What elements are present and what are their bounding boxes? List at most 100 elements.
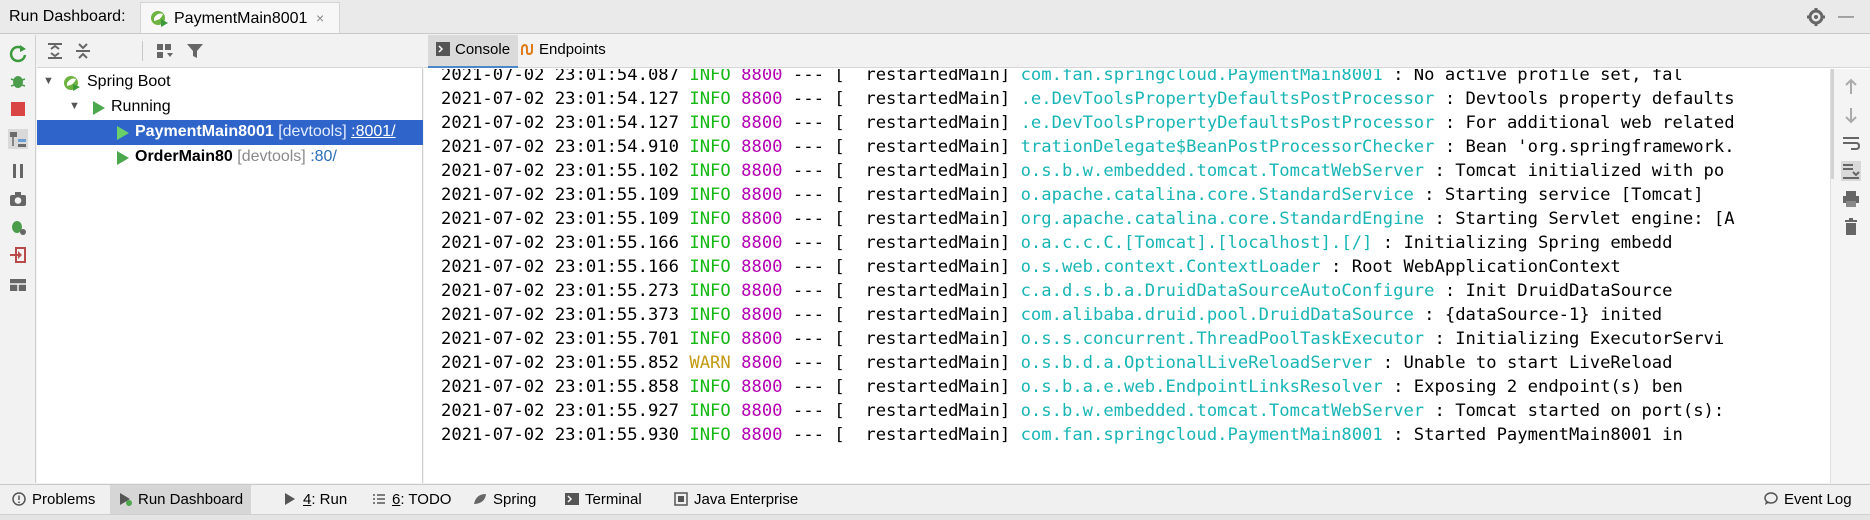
- log-thread: [ restartedMain]: [834, 353, 1011, 373]
- scroll-to-end-icon[interactable]: [1841, 161, 1861, 181]
- log-message: : Started PaymentMain8001 in: [1393, 425, 1683, 445]
- log-line: 2021-07-02 23:01:55.927 INFO 8800 --- [ …: [441, 399, 1724, 423]
- log-thread: [ restartedMain]: [834, 69, 1011, 85]
- stop-icon[interactable]: [8, 99, 28, 119]
- tree-node-payment-main[interactable]: PaymentMain8001 [devtools] :8001/: [37, 120, 423, 145]
- tool-label: Java Enterprise: [694, 491, 799, 508]
- pause-icon[interactable]: [8, 161, 28, 181]
- login-icon[interactable]: [8, 245, 28, 265]
- log-pid: 8800: [741, 257, 783, 277]
- log-line: 2021-07-02 23:01:55.273 INFO 8800 --- [ …: [441, 279, 1673, 303]
- log-separator: ---: [792, 401, 824, 421]
- log-level: INFO: [689, 161, 731, 181]
- port-link[interactable]: :8001/: [351, 123, 395, 140]
- console-output[interactable]: 2021-07-02 23:01:54.087 INFO 8800 --- [ …: [424, 69, 1830, 483]
- log-pid: 8800: [741, 401, 783, 421]
- log-thread: [ restartedMain]: [834, 329, 1011, 349]
- log-line: 2021-07-02 23:01:55.858 INFO 8800 --- [ …: [441, 375, 1683, 399]
- tab-console[interactable]: Console: [428, 35, 519, 68]
- soft-wrap-icon[interactable]: [1841, 133, 1861, 153]
- event-log-icon: [1764, 492, 1778, 505]
- tool-todo[interactable]: 6: TODO: [364, 485, 459, 515]
- toolbar-separator: [142, 41, 143, 61]
- expand-all-icon[interactable]: [45, 41, 65, 61]
- log-separator: ---: [792, 257, 824, 277]
- log-level: INFO: [689, 185, 731, 205]
- console-icon: [436, 42, 450, 56]
- rerun-icon[interactable]: [8, 43, 28, 63]
- tool-event-log[interactable]: Event Log: [1756, 485, 1860, 515]
- layout-icon[interactable]: [8, 275, 28, 295]
- group-services-icon[interactable]: [155, 41, 175, 61]
- trash-icon[interactable]: [1841, 217, 1861, 237]
- port-link[interactable]: :80/: [310, 148, 337, 165]
- print-icon[interactable]: [1841, 189, 1861, 209]
- log-thread: [ restartedMain]: [834, 209, 1011, 229]
- tree-node-label: PaymentMain8001 [devtools] :8001/: [135, 123, 396, 141]
- tab-close-icon[interactable]: ×: [316, 10, 324, 26]
- running-icon: [117, 126, 129, 140]
- log-separator: ---: [792, 377, 824, 397]
- log-line: 2021-07-02 23:01:55.373 INFO 8800 --- [ …: [441, 303, 1662, 327]
- log-logger: o.s.s.concurrent.ThreadPoolTaskExecutor: [1020, 329, 1425, 349]
- tool-window-title: Run Dashboard:: [9, 8, 126, 25]
- group-by-type-icon[interactable]: [8, 129, 28, 149]
- log-line: 2021-07-02 23:01:54.127 INFO 8800 --- [ …: [441, 111, 1735, 135]
- collapse-all-icon[interactable]: [73, 41, 93, 61]
- hide-panel-icon[interactable]: —: [1838, 8, 1854, 26]
- tool-terminal[interactable]: Terminal: [557, 485, 650, 515]
- tool-run[interactable]: 4: Run: [275, 485, 355, 515]
- log-logger: o.s.b.d.a.OptionalLiveReloadServer: [1020, 353, 1373, 373]
- tool-problems[interactable]: Problems: [4, 485, 103, 515]
- log-level: INFO: [689, 69, 731, 85]
- log-message: : Devtools property defaults: [1444, 89, 1735, 109]
- log-logger: com.fan.springcloud.PaymentMain8001: [1020, 425, 1383, 445]
- tool-spring[interactable]: Spring: [465, 485, 544, 515]
- log-pid: 8800: [741, 89, 783, 109]
- log-message: : Init DruidDataSource: [1444, 281, 1673, 301]
- tab-payment-main[interactable]: PaymentMain8001 ×: [140, 2, 340, 33]
- chevron-down-icon[interactable]: ▼: [43, 75, 54, 87]
- tree-node-order-main[interactable]: OrderMain80 [devtools] :80/: [37, 145, 423, 170]
- log-thread: [ restartedMain]: [834, 257, 1011, 277]
- tab-endpoints[interactable]: Endpoints: [512, 35, 614, 68]
- log-pid: 8800: [741, 137, 783, 157]
- log-logger: o.s.b.a.e.web.EndpointLinksResolver: [1020, 377, 1383, 397]
- filter-icon[interactable]: [185, 41, 205, 61]
- vertical-scrollbar[interactable]: [1831, 69, 1834, 179]
- log-timestamp: 2021-07-02 23:01:55.701: [441, 329, 679, 349]
- log-pid: 8800: [741, 185, 783, 205]
- log-separator: ---: [792, 233, 824, 253]
- tree-node-spring-boot[interactable]: ▼ Spring Boot: [37, 70, 423, 95]
- log-separator: ---: [792, 353, 824, 373]
- log-logger: com.fan.springcloud.PaymentMain8001: [1020, 69, 1383, 85]
- log-message: : Root WebApplicationContext: [1331, 257, 1621, 277]
- debug-icon[interactable]: [8, 71, 28, 91]
- log-thread: [ restartedMain]: [834, 305, 1011, 325]
- running-icon: [93, 101, 105, 115]
- log-pid: 8800: [741, 329, 783, 349]
- log-separator: ---: [792, 425, 824, 445]
- app-name: OrderMain80: [135, 148, 233, 165]
- camera-icon[interactable]: [8, 189, 28, 209]
- gear-icon[interactable]: [1806, 7, 1826, 27]
- tool-run-dashboard[interactable]: Run Dashboard: [110, 485, 252, 515]
- arrow-up-icon[interactable]: [1841, 77, 1861, 97]
- arrow-down-icon[interactable]: [1841, 105, 1861, 125]
- log-thread: [ restartedMain]: [834, 113, 1011, 133]
- log-thread: [ restartedMain]: [834, 137, 1011, 157]
- log-level: INFO: [689, 209, 731, 229]
- log-timestamp: 2021-07-02 23:01:55.858: [441, 377, 679, 397]
- log-level: INFO: [689, 89, 731, 109]
- log-separator: ---: [792, 137, 824, 157]
- tree-node-running[interactable]: ▼ Running: [37, 95, 423, 120]
- log-timestamp: 2021-07-02 23:01:55.166: [441, 233, 679, 253]
- log-thread: [ restartedMain]: [834, 233, 1011, 253]
- log-message: : No active profile set, fal: [1393, 69, 1683, 85]
- tool-java-enterprise[interactable]: Java Enterprise: [666, 485, 806, 515]
- chevron-down-icon[interactable]: ▼: [69, 100, 80, 112]
- tree-toolbar: [37, 35, 423, 68]
- log-message: : Starting Servlet engine: [A: [1434, 209, 1735, 229]
- log-logger: .e.DevToolsPropertyDefaultsPostProcessor: [1020, 113, 1435, 133]
- debug-settings-icon[interactable]: [8, 217, 28, 237]
